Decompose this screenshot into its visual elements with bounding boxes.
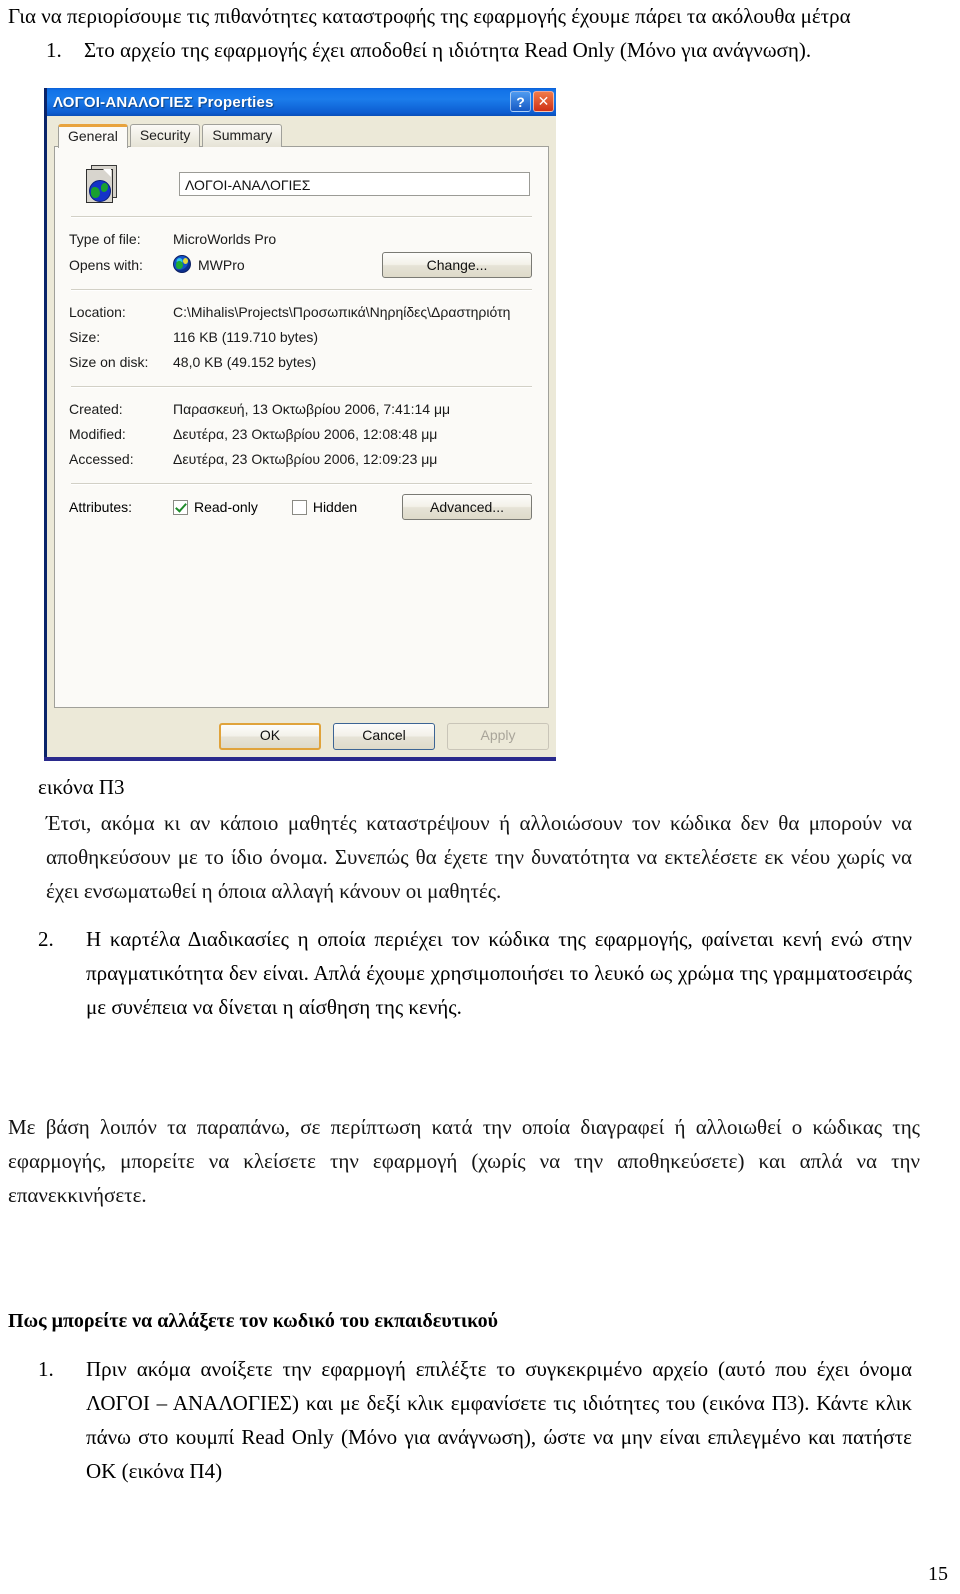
paragraph-after-figure: Έτσι, ακόμα κι αν κάποιο μαθητές καταστρ… <box>46 811 912 904</box>
dialog-title: ΛΟΓΟΙ-ΑΝΑΛΟΓΙΕΣ Properties <box>53 93 274 111</box>
modified-label: Modified: <box>69 426 126 442</box>
page-number: 15 <box>928 1563 948 1585</box>
advanced-button[interactable]: Advanced... <box>402 494 532 520</box>
numbered-item-1: 1. Στο αρχείο της εφαρμογής έχει αποδοθεί… <box>46 36 946 64</box>
tab-summary[interactable]: Summary <box>202 124 283 147</box>
size-on-disk-label: Size on disk: <box>69 354 149 370</box>
help-icon[interactable]: ? <box>510 91 531 112</box>
change-button[interactable]: Change... <box>382 252 532 278</box>
divider-2 <box>71 289 532 291</box>
figure-caption: εικόνα Π3 <box>38 775 125 799</box>
location-value: C:\Mihalis\Projects\Προσωπικά\Νηρηίδες\Δ… <box>173 304 511 320</box>
row-attributes: Attributes: Read-only Hidden Advanced... <box>69 494 534 520</box>
step-1-number: 1. <box>38 1357 54 1381</box>
hidden-checkbox[interactable] <box>291 499 307 515</box>
accessed-value: Δευτέρα, 23 Οκτωβρίου 2006, 12:09:23 μμ <box>173 451 438 467</box>
size-value: 116 KB (119.710 bytes) <box>173 329 319 345</box>
section-heading: Πως μπορείτε να αλλάξετε τον κωδικό του … <box>8 1310 499 1332</box>
size-label: Size: <box>69 329 101 345</box>
hidden-checkbox-wrap[interactable]: Hidden <box>291 499 358 515</box>
opens-with-value: MWPro <box>198 256 245 273</box>
numbered-step-1: 1. Πριν ακόμα ανοίξετε την εφαρμογή επιλ… <box>8 1352 912 1488</box>
file-properties-dialog: ΛΟΓΟΙ-ΑΝΑΛΟΓΙΕΣ Properties ? ✕ General S… <box>44 88 556 760</box>
row-type-of-file: Type of file: MicroWorlds Pro <box>69 227 534 252</box>
file-name-row: ΛΟΓΟΙ-ΑΝΑΛΟΓΙΕΣ <box>69 163 534 205</box>
numbered-item-2: 2. Η καρτέλα Διαδικασίες η οποία περιέχε… <box>8 922 912 1024</box>
cancel-button[interactable]: Cancel <box>333 722 435 750</box>
tab-strip: General Security Summary <box>54 123 549 148</box>
row-opens-with: Opens with: MWPro Change... <box>69 252 534 278</box>
tab-security[interactable]: Security <box>129 124 201 147</box>
figure-bottom-rule <box>44 757 556 761</box>
row-created: Created: Παρασκευή, 13 Οκτωβρίου 2006, 7… <box>69 397 534 422</box>
mwpro-app-icon <box>173 254 191 273</box>
opens-with-label: Opens with: <box>69 256 143 273</box>
divider-3 <box>71 386 532 388</box>
item-1-text: Στο αρχείο της εφαρμογής έχει αποδοθεί η… <box>84 38 812 62</box>
location-label: Location: <box>69 304 126 320</box>
summary-paragraph: Με βάση λοιπόν τα παραπάνω, σε περίπτωση… <box>8 1115 920 1208</box>
size-on-disk-value: 48,0 KB (49.152 bytes) <box>173 354 317 370</box>
hidden-label: Hidden <box>312 499 358 515</box>
ok-button[interactable]: OK <box>219 722 321 750</box>
dialog-body: General Security Summary ΛΟΓΟΙ-ΑΝΑΛΟΓΙΕΣ… <box>47 116 556 760</box>
tab-general[interactable]: General <box>58 124 128 148</box>
dialog-footer: OK Cancel Apply <box>47 712 556 760</box>
modified-value: Δευτέρα, 23 Οκτωβρίου 2006, 12:08:48 μμ <box>173 426 438 442</box>
item-2-number: 2. <box>38 927 54 951</box>
opens-with-value-wrap: MWPro <box>173 253 382 278</box>
readonly-checkbox-wrap[interactable]: Read-only <box>173 499 258 515</box>
row-size-on-disk: Size on disk: 48,0 KB (49.152 bytes) <box>69 350 534 375</box>
apply-button: Apply <box>447 722 549 750</box>
accessed-label: Accessed: <box>69 451 134 467</box>
file-name-input[interactable]: ΛΟΓΟΙ-ΑΝΑΛΟΓΙΕΣ <box>179 172 530 196</box>
divider-4 <box>71 483 532 485</box>
readonly-checkbox[interactable] <box>173 499 188 515</box>
row-location: Location: C:\Mihalis\Projects\Προσωπικά\… <box>69 300 534 325</box>
attributes-label: Attributes: <box>69 499 133 515</box>
item-1-number: 1. <box>46 38 62 62</box>
lead-paragraph: Για να περιορίσουμε τις πιθανότητες κατα… <box>8 4 851 28</box>
type-of-file-value: MicroWorlds Pro <box>173 231 277 247</box>
item-2-text: Η καρτέλα Διαδικασίες η οποία περιέχει τ… <box>86 927 912 1020</box>
row-size: Size: 116 KB (119.710 bytes) <box>69 325 534 350</box>
created-value: Παρασκευή, 13 Οκτωβρίου 2006, 7:41:14 μμ <box>173 401 451 417</box>
titlebar-buttons: ? ✕ <box>510 91 554 112</box>
readonly-label: Read-only <box>194 499 258 515</box>
step-1-text: Πριν ακόμα ανοίξετε την εφαρμογή επιλέξτ… <box>86 1357 912 1484</box>
general-tab-page: ΛΟΓΟΙ-ΑΝΑΛΟΓΙΕΣ Type of file: MicroWorld… <box>54 146 549 708</box>
divider-1 <box>71 216 532 218</box>
row-accessed: Accessed: Δευτέρα, 23 Οκτωβρίου 2006, 12… <box>69 447 534 472</box>
document-globe-icon <box>83 163 123 205</box>
type-of-file-label: Type of file: <box>69 231 141 247</box>
dialog-titlebar: ΛΟΓΟΙ-ΑΝΑΛΟΓΙΕΣ Properties ? ✕ <box>47 88 556 116</box>
row-modified: Modified: Δευτέρα, 23 Οκτωβρίου 2006, 12… <box>69 422 534 447</box>
close-icon[interactable]: ✕ <box>533 91 554 112</box>
created-label: Created: <box>69 401 123 417</box>
